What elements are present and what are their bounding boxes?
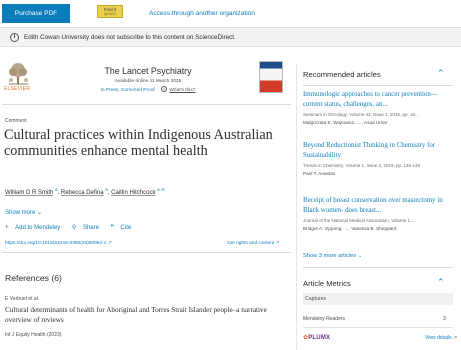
whats-this-link[interactable]: What's this? <box>169 88 195 93</box>
recommended-article-source: Seminars in Oncology, Volume 43, Issue 1… <box>303 112 419 117</box>
publisher-name: ELSEVIER <box>4 86 31 92</box>
article-type-label: Comment <box>5 118 27 124</box>
external-link-icon: ↗ <box>275 241 280 246</box>
rights-label: Get rights and content <box>227 241 275 246</box>
recommended-article-authors: Bridget A. Oppong, …, Vanessa B. Sheppar… <box>303 226 397 231</box>
share-icon: ⚲ <box>71 225 78 231</box>
journal-cover-image[interactable] <box>259 61 283 93</box>
author-affiliation-mark[interactable]: a <box>55 187 58 192</box>
find-it-button[interactable]: Find it @ ECU <box>97 5 123 18</box>
show-more-articles-label: Show 3 more articles <box>303 253 357 259</box>
add-to-mendeley-label: Add to Mendeley <box>15 225 61 231</box>
article-actions: + Add to Mendeley ⚲ Share ❞ Cite <box>5 224 141 231</box>
access-other-organization-link[interactable]: Access through another organization <box>149 4 255 23</box>
in-press-link[interactable]: In Press, Corrected Proof <box>101 88 155 93</box>
elsevier-tree-icon <box>5 60 32 86</box>
recommended-article-authors: Malgorzata E. Wojtowicz, …, Asad Umar <box>303 120 388 125</box>
author-affiliation-mark[interactable]: a ✉ <box>157 187 165 192</box>
help-icon: ? <box>161 86 168 92</box>
author-affiliation-mark[interactable]: a <box>105 187 108 192</box>
view-details-link[interactable]: View details ↗ <box>425 335 457 341</box>
metrics-divider <box>303 327 453 328</box>
external-link-icon: ↗ <box>452 335 458 341</box>
plus-icon: + <box>5 225 11 231</box>
banner-text: Edith Cowan University does not subscrib… <box>24 34 236 41</box>
journal-title-link[interactable]: The Lancet Psychiatry <box>60 66 236 76</box>
reference-title-link[interactable]: Cultural determinants of health for Abor… <box>5 305 290 325</box>
show-more-toggle[interactable]: Show more ⌄ <box>5 209 42 216</box>
captures-row: Captures <box>303 293 453 305</box>
author-link[interactable]: Caitlin Hitchcock <box>111 190 155 196</box>
recommended-article-link[interactable]: Immunologic approaches to cancer prevent… <box>303 90 455 110</box>
plumx-label: PLUMX <box>308 335 331 341</box>
mendeley-readers-count: 3 <box>443 316 446 322</box>
references-heading: References (6) <box>5 273 62 283</box>
author-list: William D R Smith a, Rebecca Defina a, C… <box>5 187 165 196</box>
collapse-recommended-icon[interactable]: ⌃ <box>437 68 445 79</box>
recommended-article-authors: Paul T. Anastas <box>303 171 336 176</box>
plumx-logo: ✿PLUMX <box>303 334 330 341</box>
in-press-line: In Press, Corrected Proof ? What's this? <box>60 86 236 93</box>
recommended-article-link[interactable]: Receipt of breast conservation over mast… <box>303 196 455 216</box>
chevron-down-icon: ⌄ <box>357 253 363 259</box>
chevron-down-icon: ⌄ <box>37 210 43 216</box>
doi-text: https://doi.org/10.1016/S2215-0366(25)00… <box>5 241 107 246</box>
sidebar-divider <box>296 65 297 350</box>
find-it-sub: @ ECU <box>104 12 116 16</box>
reference-journal: Int J Equity Health (2023) <box>5 332 62 338</box>
rights-and-content-link[interactable]: Get rights and content ↗ <box>227 241 280 246</box>
purchase-pdf-button[interactable]: Purchase PDF <box>2 4 70 23</box>
doi-link[interactable]: https://doi.org/10.1016/S2215-0366(25)00… <box>5 241 112 246</box>
article-divider <box>2 252 291 253</box>
external-link-icon: ↗ <box>107 241 112 246</box>
recommended-article-source: Journal of the National Medical Associat… <box>303 218 414 223</box>
recommended-divider <box>303 85 453 86</box>
article-metrics-heading: Article Metrics <box>303 279 351 288</box>
reference-authors: E Verbunt et al. <box>5 296 40 302</box>
show-more-label: Show more <box>5 210 36 216</box>
add-to-mendeley-button[interactable]: + Add to Mendeley <box>5 225 65 231</box>
view-details-label: View details <box>425 335 452 341</box>
sidebar-section-divider <box>303 267 453 268</box>
cite-label: Cite <box>120 225 132 231</box>
article-title: Cultural practices within Indigenous Aus… <box>4 127 273 159</box>
recommended-article-source: Trends in Chemistry, Volume 1, Issue 2, … <box>303 163 421 168</box>
share-label: Share <box>82 225 99 231</box>
share-button[interactable]: ⚲ Share <box>72 225 104 231</box>
info-icon: i <box>10 33 19 42</box>
mendeley-readers-label: Mendeley Readers <box>303 316 345 322</box>
author-link[interactable]: Rebecca Defina <box>61 190 104 196</box>
recommended-article-link[interactable]: Beyond Reductionist Thinking in Chemistr… <box>303 141 455 161</box>
collapse-metrics-icon[interactable]: ⌃ <box>437 277 445 288</box>
show-more-articles-toggle[interactable]: Show 3 more articles ⌄ <box>303 253 362 259</box>
author-link[interactable]: William D R Smith <box>5 190 53 196</box>
cite-button[interactable]: ❞ Cite <box>111 225 137 231</box>
availability-date: Available online 11 March 2025 <box>114 79 182 84</box>
recommended-articles-heading: Recommended articles <box>303 70 381 79</box>
quote-icon: ❞ <box>110 225 116 231</box>
header-divider <box>2 104 291 105</box>
